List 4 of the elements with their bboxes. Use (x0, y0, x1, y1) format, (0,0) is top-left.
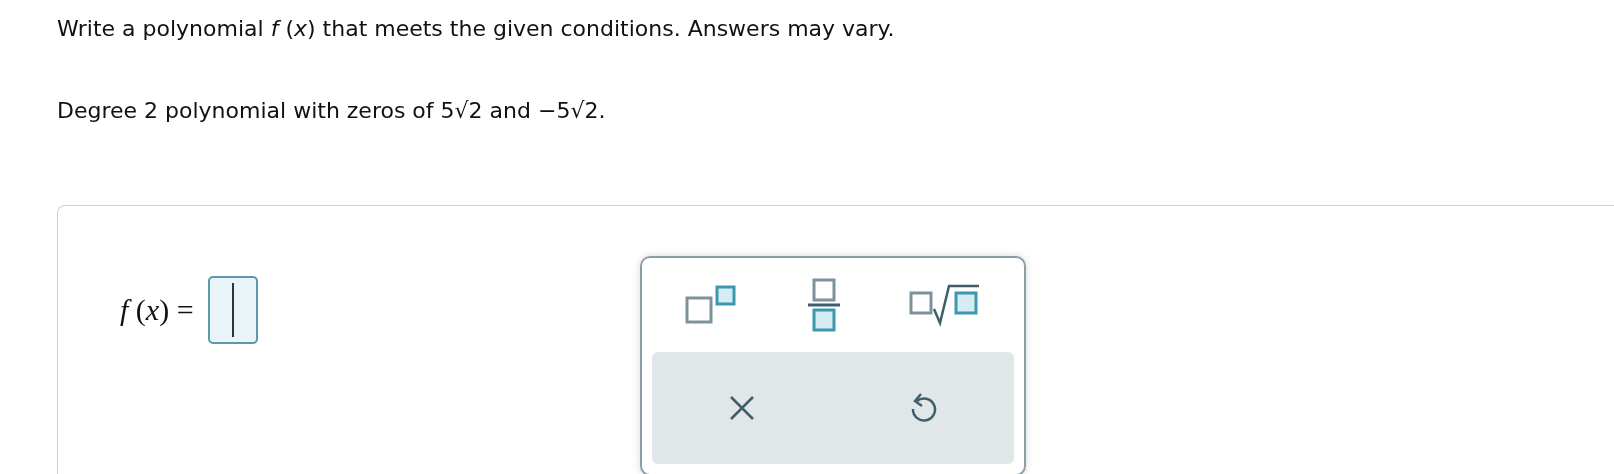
answer-box[interactable] (207, 276, 258, 344)
problem-text: Degree 2 polynomial with zeros of 5√2 and −5√2. (57, 97, 607, 125)
instruction-text: Write a polynomial f (x) that meets the given conditions. Answers may vary. (57, 15, 896, 43)
equation-label: f (x) = (120, 293, 194, 327)
